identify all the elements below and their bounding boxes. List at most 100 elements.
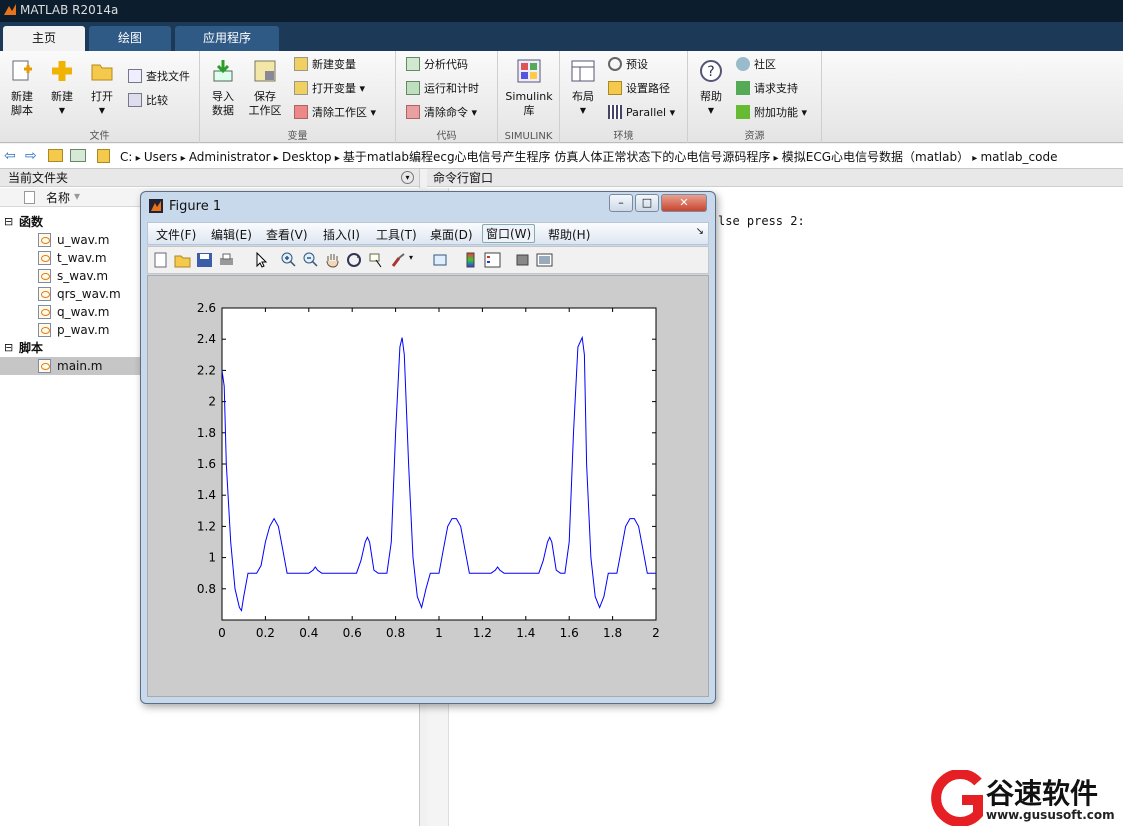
import-data-button[interactable]: 导入 数据	[204, 59, 242, 118]
layout-icon	[571, 60, 595, 82]
link-plot-icon[interactable]	[432, 252, 449, 268]
request-support-button[interactable]: 请求支持	[736, 79, 798, 99]
tab-home[interactable]: 主页	[3, 26, 85, 51]
pan-hand-icon[interactable]	[324, 252, 341, 268]
show-plot-tools-icon[interactable]	[536, 252, 553, 268]
run-and-time-button[interactable]: 运行和计时	[406, 79, 479, 99]
ribbon-section-simulink: Simulink 库 SIMULINK	[498, 51, 560, 143]
save-workspace-button[interactable]: 保存 工作区	[246, 59, 284, 118]
help-button[interactable]: ? 帮助 ▼	[692, 59, 730, 118]
breadcrumb-item[interactable]: Desktop	[282, 150, 332, 164]
simulink-library-label: Simulink 库	[505, 90, 553, 117]
figure-menu-item[interactable]: 文件(F)	[156, 226, 196, 243]
ribbon: 新建 脚本 新建 ▼ 打开 ▼ 查找文件 比较 文件 导入 数据 保存 工作区 新建…	[0, 51, 1123, 143]
app-title: MATLAB R2014a	[20, 3, 119, 17]
print-icon[interactable]	[218, 252, 235, 268]
figure-canvas[interactable]: 0 0.2 0.4 0.6 0.8 1 1.2 1.4 1.6 1.8 2 0.8 1 1.2 1.4 1.6…	[147, 275, 709, 697]
breadcrumb-item[interactable]: Administrator	[189, 150, 271, 164]
column-name-label: 名称	[46, 191, 71, 205]
parallel-icon	[608, 105, 622, 119]
hide-plot-tools-icon[interactable]	[514, 252, 531, 268]
x-tick-label: 0.8	[386, 626, 405, 640]
panel-menu-icon[interactable]: ▾	[401, 171, 414, 184]
section-label-code: 代码	[436, 131, 457, 142]
minimize-button[interactable]: –	[609, 194, 633, 212]
figure-menu-item[interactable]: 桌面(D)	[430, 226, 473, 243]
analyze-code-label: 分析代码	[424, 58, 468, 71]
layout-button[interactable]: 布局 ▼	[564, 59, 602, 118]
analyze-code-button[interactable]: 分析代码	[406, 55, 468, 75]
open-button[interactable]: 打开 ▼	[83, 59, 121, 118]
new-variable-button[interactable]: 新建变量	[294, 55, 356, 75]
ribbon-section-resources: ? 帮助 ▼ 社区 请求支持 附加功能 ▾ 资源	[688, 51, 822, 143]
plus-icon	[52, 61, 72, 81]
tab-apps[interactable]: 应用程序	[175, 26, 279, 51]
breadcrumb-item[interactable]: 基于matlab编程ecg心电信号产生程序 仿真人体正常状态下的心电信号源码程序	[343, 150, 770, 164]
set-path-button[interactable]: 设置路径	[608, 79, 670, 99]
y-tick-label: 1.2	[197, 519, 216, 533]
breadcrumb-separator-icon: ▸	[270, 153, 283, 164]
file-list-item[interactable]: main.m	[0, 357, 140, 375]
insert-colorbar-icon[interactable]	[462, 252, 479, 268]
x-tick-label: 2	[652, 626, 660, 640]
clear-workspace-label: 清除工作区	[312, 106, 367, 119]
compare-button[interactable]: 比较	[128, 91, 168, 111]
forward-arrow-icon[interactable]: ⇨	[25, 148, 37, 164]
ribbon-tabs: 主页 绘图 应用程序	[0, 22, 1123, 51]
up-folder-icon[interactable]	[48, 149, 63, 162]
gear-icon	[608, 57, 622, 71]
figure-menu-item[interactable]: 窗口(W)	[482, 224, 536, 243]
panel-title-command-window: 命令行窗口	[427, 169, 1123, 187]
clear-commands-button[interactable]: 清除命令 ▾	[406, 103, 477, 123]
parallel-button[interactable]: Parallel ▾	[608, 103, 675, 123]
figure-logo-icon	[149, 199, 163, 213]
back-arrow-icon[interactable]: ⇦	[4, 148, 16, 164]
breadcrumb-item[interactable]: C:	[120, 150, 132, 164]
insert-legend-icon[interactable]	[484, 252, 501, 268]
figure-menu-item[interactable]: 查看(V)	[266, 226, 308, 243]
new-button[interactable]: 新建 ▼	[43, 59, 81, 118]
tab-plots[interactable]: 绘图	[89, 26, 171, 51]
figure-menu-item[interactable]: 工具(T)	[376, 226, 417, 243]
figure-menu-item[interactable]: 插入(I)	[323, 226, 360, 243]
zoom-out-icon[interactable]	[302, 252, 319, 268]
figure-menu-item[interactable]: 帮助(H)	[548, 226, 590, 243]
brush-icon[interactable]	[390, 252, 407, 268]
breadcrumb-separator-icon: ▸	[132, 153, 144, 164]
browse-folder-icon[interactable]	[70, 149, 86, 162]
find-files-button[interactable]: 查找文件	[128, 67, 190, 87]
menubar-dock-icon[interactable]: ↘	[696, 226, 704, 237]
clear-workspace-button[interactable]: 清除工作区 ▾	[294, 103, 376, 123]
close-button[interactable]: ✕	[661, 194, 707, 212]
breadcrumb-item[interactable]: Users	[144, 150, 178, 164]
simulink-library-button[interactable]: Simulink 库	[504, 59, 554, 118]
new-figure-icon[interactable]	[152, 252, 169, 268]
preferences-label: 预设	[626, 58, 648, 71]
open-file-icon[interactable]	[174, 252, 191, 268]
community-button[interactable]: 社区	[736, 55, 776, 75]
gususoft-watermark: 谷速软件 www.gususoft.com	[928, 769, 1123, 826]
open-variable-button[interactable]: 打开变量 ▾	[294, 79, 365, 99]
data-cursor-icon[interactable]	[368, 252, 385, 268]
breadcrumb-item[interactable]: 模拟ECG心电信号数据（matlab）	[782, 150, 969, 164]
zoom-in-icon[interactable]	[280, 252, 297, 268]
save-icon[interactable]	[196, 252, 213, 268]
new-script-button[interactable]: 新建 脚本	[3, 59, 41, 118]
ecg-line-plot[interactable]: 0 0.2 0.4 0.6 0.8 1 1.2 1.4 1.6 1.8 2 0.8 1 1.2 1.4 1.6…	[148, 276, 708, 696]
save-workspace-label: 保存 工作区	[248, 90, 282, 117]
breadcrumb-item[interactable]: matlab_code	[980, 150, 1057, 164]
pointer-icon[interactable]	[252, 252, 269, 268]
watermark-url: www.gususoft.com	[986, 808, 1115, 822]
collapse-icon[interactable]: ⊟	[4, 339, 13, 357]
maximize-button[interactable]: □	[635, 194, 659, 212]
figure-menu-item[interactable]: 编辑(E)	[211, 226, 252, 243]
rotate-3d-icon[interactable]	[346, 252, 363, 268]
brush-dropdown-icon[interactable]: ▾	[409, 253, 413, 262]
collapse-icon[interactable]: ⊟	[4, 213, 13, 231]
figure-toolbar: ▾	[147, 246, 709, 274]
preferences-button[interactable]: 预设	[608, 55, 648, 75]
y-tick-label: 2.6	[197, 301, 216, 315]
y-tick-label: 2.2	[197, 363, 216, 377]
add-ons-button[interactable]: 附加功能 ▾	[736, 103, 807, 123]
community-icon	[736, 57, 750, 71]
